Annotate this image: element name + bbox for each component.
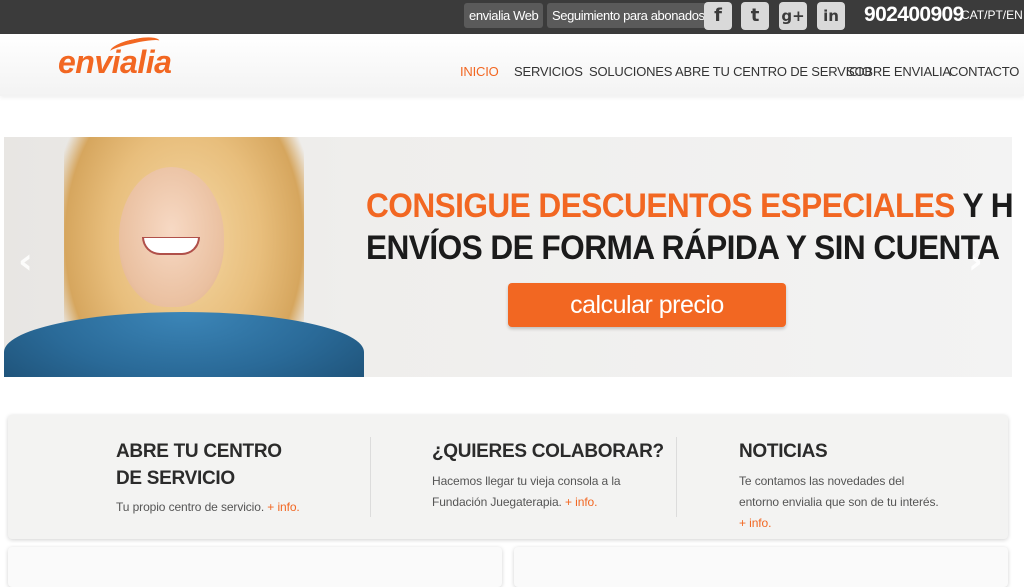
hero-photo-smile — [142, 237, 200, 255]
phone-number: 902400909 — [864, 3, 964, 26]
nav-sobre-envialia[interactable]: SOBRE ENVIALIA — [846, 64, 951, 79]
headline-part-2: ENVÍOS DE FORMA RÁPIDA Y SIN CUENTA — [366, 229, 1000, 267]
facebook-icon[interactable]: f — [704, 2, 732, 30]
bottom-card-left — [8, 547, 502, 587]
card-desc: Te contamos las novedades del entorno en… — [739, 474, 939, 509]
hero-headline: CONSIGUE DESCUENTOS ESPECIALES Y HAZ ENV… — [366, 185, 1012, 269]
twitter-icon[interactable]: t — [741, 2, 769, 30]
nav-servicios[interactable]: SERVICIOS — [514, 64, 583, 79]
info-cards: ABRE TU CENTRO DE SERVICIO Tu propio cen… — [8, 415, 1008, 539]
nav-inicio[interactable]: INICIO — [460, 64, 499, 79]
nav-soluciones[interactable]: SOLUCIONES — [589, 64, 672, 79]
card-text-noticias: Te contamos las novedades del entorno en… — [739, 471, 944, 534]
headline-part-1: Y HAZ — [962, 187, 1012, 225]
tracking-link[interactable]: Seguimiento para abonados — [547, 3, 710, 28]
card-divider — [370, 437, 371, 517]
linkedin-icon[interactable]: in — [817, 2, 845, 30]
envialia-logo[interactable]: envialia — [58, 44, 172, 81]
calculate-price-button[interactable]: calcular precio — [508, 283, 786, 327]
more-info-link[interactable]: + info. — [739, 516, 771, 530]
card-title-abre-centro: ABRE TU CENTRO DE SERVICIO — [116, 441, 282, 489]
card-title-noticias: NOTICIAS — [739, 441, 828, 462]
google-plus-icon[interactable]: g+ — [779, 2, 807, 30]
nav-abre-centro[interactable]: ABRE TU CENTRO DE SERVICIO — [675, 64, 872, 79]
top-bar: envialia Web Seguimiento para abonados f… — [0, 0, 1024, 34]
card-text-colaborar: Hacemos llegar tu vieja consola a la Fun… — [432, 471, 632, 513]
more-info-link[interactable]: + info. — [565, 495, 597, 509]
carousel-prev-icon[interactable]: ‹ — [18, 241, 33, 282]
bottom-card-right — [514, 547, 1008, 587]
hero-photo-sweater — [4, 312, 364, 377]
site-header: envialia INICIO SERVICIOS SOLUCIONES ABR… — [0, 33, 1024, 96]
hero-banner: ‹ › CONSIGUE DESCUENTOS ESPECIALES Y HAZ… — [4, 137, 1012, 377]
card-text-abre-centro: Tu propio centro de servicio. + info. — [116, 497, 300, 518]
more-info-link[interactable]: + info. — [267, 500, 299, 514]
card-title-colaborar: ¿QUIERES COLABORAR? — [432, 441, 664, 462]
card-desc: Tu propio centro de servicio. — [116, 500, 265, 514]
language-selector[interactable]: CAT/PT/EN — [961, 8, 1023, 22]
nav-contacto[interactable]: CONTACTO — [949, 64, 1019, 79]
headline-highlight: CONSIGUE DESCUENTOS ESPECIALES — [366, 187, 955, 225]
envialia-web-link[interactable]: envialia Web — [464, 3, 544, 28]
card-divider — [676, 437, 677, 517]
